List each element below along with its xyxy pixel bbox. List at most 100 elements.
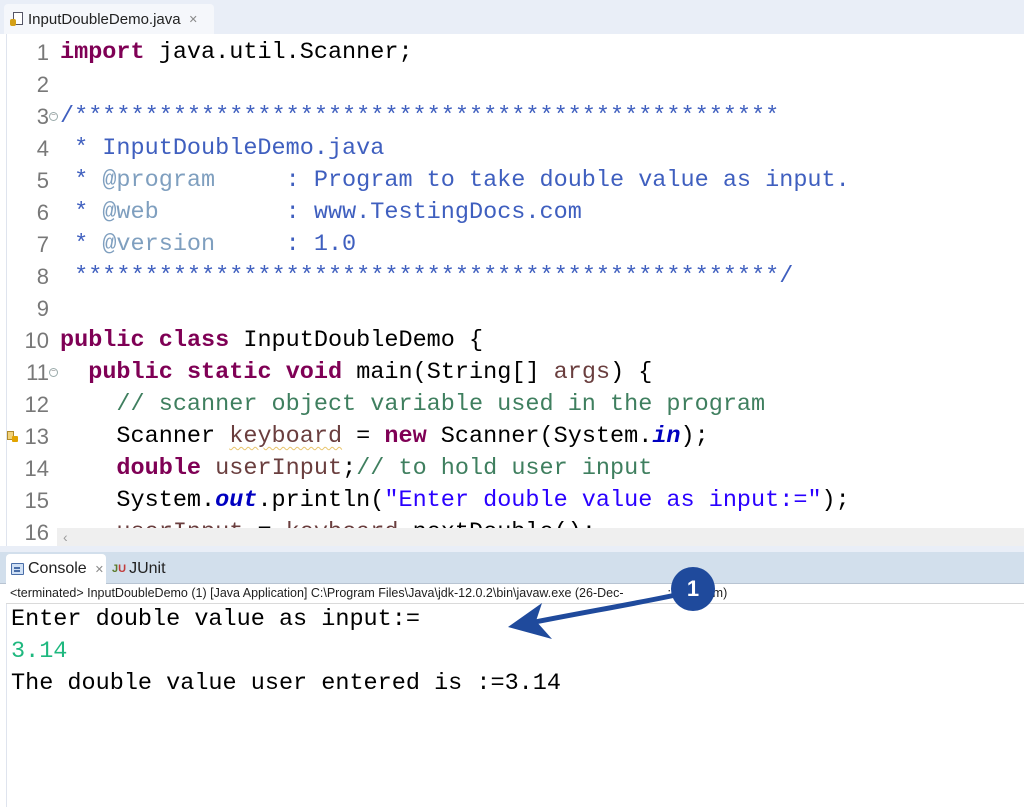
- tab-console-label: Console: [28, 560, 87, 577]
- code-line[interactable]: 1 import java.util.Scanner;: [7, 37, 1024, 69]
- code-token: in: [652, 423, 681, 450]
- line-number: 2: [36, 72, 49, 97]
- code-token: =: [342, 423, 385, 450]
- editor-tab-bar: InputDoubleDemo.java ✕: [0, 0, 1024, 34]
- warning-marker-icon[interactable]: [7, 431, 18, 442]
- code-token: new: [384, 423, 427, 450]
- editor-tab-label: InputDoubleDemo.java: [28, 10, 181, 28]
- code-token: main(String[]: [342, 359, 554, 386]
- code-text: * @program : Program to take double valu…: [60, 165, 850, 197]
- code-text: System.out.println("Enter double value a…: [60, 485, 850, 517]
- line-number: 1: [36, 40, 49, 65]
- code-line[interactable]: 15 System.out.println("Enter double valu…: [7, 485, 1024, 517]
- code-text: // scanner object variable used in the p…: [60, 389, 765, 421]
- code-text: * InputDoubleDemo.java: [60, 133, 384, 165]
- line-number: 5: [36, 168, 49, 193]
- code-token: InputDoubleDemo {: [229, 327, 484, 354]
- code-text: ****************************************…: [60, 261, 793, 293]
- code-line[interactable]: 9: [7, 293, 1024, 325]
- code-token: /***************************************…: [60, 103, 780, 130]
- code-line[interactable]: 5 * @program : Program to take double va…: [7, 165, 1024, 197]
- tab-junit[interactable]: JU JUnit: [112, 554, 166, 584]
- code-line[interactable]: 6 * @web : www.TestingDocs.com: [7, 197, 1024, 229]
- code-token: keyboard: [229, 423, 343, 450]
- code-token: );: [680, 423, 709, 450]
- console-icon: [11, 563, 24, 575]
- line-number: 14: [24, 456, 49, 481]
- code-token: java.util.Scanner;: [144, 39, 413, 66]
- line-number: 3: [36, 104, 49, 129]
- code-token: *: [60, 231, 103, 258]
- fold-collapse-icon[interactable]: −: [49, 112, 58, 121]
- code-line[interactable]: 12 // scanner object variable used in th…: [7, 389, 1024, 421]
- code-token: @program: [102, 167, 216, 194]
- tab-junit-label: JUnit: [129, 560, 166, 577]
- code-text: public class InputDoubleDemo {: [60, 325, 483, 357]
- code-token: class: [158, 327, 230, 354]
- code-line[interactable]: 7 * @version : 1.0: [7, 229, 1024, 261]
- code-token: *: [60, 199, 103, 226]
- annotation-arrow-icon: [508, 590, 688, 639]
- code-token: // to hold user input: [356, 455, 653, 482]
- line-number: 15: [24, 488, 49, 513]
- code-token: ****************************************…: [60, 263, 794, 290]
- tab-console[interactable]: Console ✕: [6, 554, 106, 584]
- line-number: 6: [36, 200, 49, 225]
- line-number: 4: [36, 136, 49, 161]
- code-line[interactable]: 14 double userInput;// to hold user inpu…: [7, 453, 1024, 485]
- code-line[interactable]: 8 **************************************…: [7, 261, 1024, 293]
- code-token: );: [821, 487, 850, 514]
- code-token: : 1.0: [215, 231, 357, 258]
- code-text: * @web : www.TestingDocs.com: [60, 197, 582, 229]
- java-file-icon: [10, 11, 24, 27]
- code-token: : www.TestingDocs.com: [158, 199, 582, 226]
- close-icon[interactable]: ✕: [95, 563, 104, 576]
- code-token: Scanner(System.: [426, 423, 653, 450]
- code-line[interactable]: 2: [7, 69, 1024, 101]
- code-token: Scanner: [60, 423, 230, 450]
- code-token: * InputDoubleDemo.java: [60, 135, 385, 162]
- code-token: args: [553, 359, 611, 386]
- scroll-left-icon[interactable]: ‹: [63, 528, 68, 546]
- console-output-line: Enter double value as input:=: [11, 606, 420, 633]
- code-token: static: [186, 359, 272, 386]
- junit-icon: JU: [112, 563, 127, 575]
- code-text: * @version : 1.0: [60, 229, 356, 261]
- code-token: double: [116, 455, 202, 482]
- line-number: 8: [36, 264, 49, 289]
- line-number: 16: [24, 520, 49, 545]
- annotation-badge: 1: [671, 567, 715, 611]
- line-number: 10: [24, 328, 49, 353]
- code-text: import java.util.Scanner;: [60, 37, 413, 69]
- code-token: @web: [102, 199, 159, 226]
- code-editor[interactable]: 16 userInput = keyboard.nextDouble();15 …: [6, 34, 1024, 546]
- horizontal-scrollbar[interactable]: ‹: [57, 528, 1024, 546]
- code-token: : Program to take double value as input.: [215, 167, 850, 194]
- editor-tab-inputdoubledemo[interactable]: InputDoubleDemo.java ✕: [4, 4, 214, 34]
- code-token: ;: [342, 455, 357, 482]
- code-line[interactable]: 3−/*************************************…: [7, 101, 1024, 133]
- code-token: System.: [60, 487, 216, 514]
- code-token: @version: [102, 231, 216, 258]
- fold-collapse-icon[interactable]: −: [49, 368, 58, 377]
- code-text: Scanner keyboard = new Scanner(System.in…: [60, 421, 709, 453]
- code-line[interactable]: 11− public static void main(String[] arg…: [7, 357, 1024, 389]
- code-token: // scanner object variable used in the p…: [116, 391, 766, 418]
- console-tab-bar: Console ✕ JU JUnit: [0, 552, 1024, 584]
- line-number: 9: [36, 296, 49, 321]
- line-number: 7: [36, 232, 49, 257]
- code-token: import: [60, 39, 145, 66]
- code-line[interactable]: 4 * InputDoubleDemo.java: [7, 133, 1024, 165]
- code-line[interactable]: 13 Scanner keyboard = new Scanner(System…: [7, 421, 1024, 453]
- code-line[interactable]: 10 public class InputDoubleDemo {: [7, 325, 1024, 357]
- code-text: public static void main(String[] args) {: [60, 357, 652, 389]
- code-token: out: [215, 487, 258, 514]
- close-icon[interactable]: ✕: [189, 13, 198, 26]
- code-token: *: [60, 167, 103, 194]
